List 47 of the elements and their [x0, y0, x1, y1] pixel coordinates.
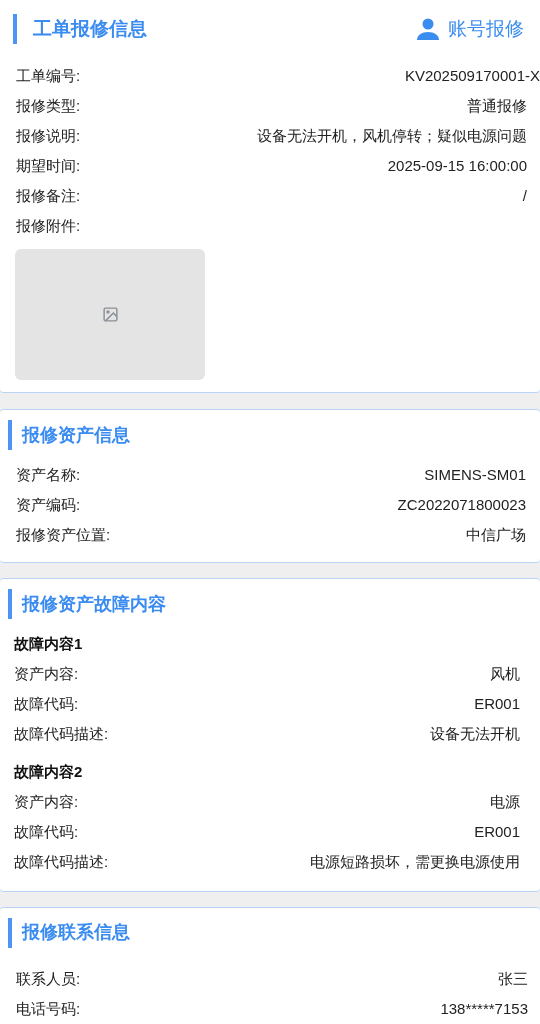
- field-value: 电源短路损坏，需更换电源使用: [310, 851, 520, 872]
- field-value: 普通报修: [467, 95, 527, 116]
- field-label: 故障代码:: [14, 821, 79, 842]
- field-label: 报修备注:: [16, 185, 81, 206]
- account-repair-button[interactable]: 账号报修: [416, 14, 524, 44]
- section-title: 报修资产信息: [22, 423, 130, 447]
- group-title: 故障内容1: [14, 633, 83, 654]
- accent-bar: [8, 420, 12, 451]
- field-label: 故障代码描述:: [14, 851, 109, 872]
- field-label: 资产内容:: [14, 663, 79, 684]
- field-value: ER001: [474, 821, 520, 842]
- field-value: SIMENS-SM01: [424, 465, 526, 486]
- person-icon: [416, 18, 440, 40]
- field-label: 联系人员:: [16, 968, 81, 989]
- field-value: /: [522, 185, 527, 206]
- image-icon: [101, 306, 119, 323]
- accent-bar: [8, 589, 12, 620]
- accent-bar: [13, 14, 17, 44]
- field-label: 报修资产位置:: [16, 525, 111, 546]
- field-label: 报修说明:: [16, 125, 81, 146]
- field-label: 资产编码:: [16, 495, 81, 516]
- field-value: 张三: [498, 968, 528, 989]
- section-title: 报修联系信息: [22, 921, 130, 945]
- field-value: 设备无法开机: [430, 723, 520, 744]
- field-value: ER001: [474, 693, 520, 714]
- field-label: 故障代码描述:: [14, 723, 109, 744]
- field-value: KV202509170001-X: [404, 65, 540, 86]
- section-title: 报修资产故障内容: [22, 592, 166, 616]
- field-value: 中信广场: [466, 525, 526, 546]
- field-label: 电话号码:: [16, 998, 81, 1019]
- field-value: 138*****7153: [440, 998, 528, 1019]
- accent-bar: [8, 918, 12, 948]
- field-value: 电源: [490, 791, 520, 812]
- field-label: 资产名称:: [16, 465, 81, 486]
- section-title: 工单报修信息: [33, 16, 147, 41]
- field-label: 报修类型:: [16, 95, 81, 116]
- field-label: 资产内容:: [14, 791, 79, 812]
- field-label: 报修附件:: [16, 215, 81, 236]
- field-value: 风机: [490, 663, 520, 684]
- field-label: 工单编号:: [16, 65, 81, 86]
- attachment-placeholder[interactable]: [15, 249, 205, 380]
- field-value: 设备无法开机，风机停转；疑似电源问题: [257, 125, 527, 146]
- group-title: 故障内容2: [14, 761, 83, 782]
- field-value: ZC2022071800023: [397, 495, 526, 516]
- field-label: 期望时间:: [16, 155, 81, 176]
- field-label: 故障代码:: [14, 693, 79, 714]
- field-value: 2025-09-15 16:00:00: [387, 155, 527, 176]
